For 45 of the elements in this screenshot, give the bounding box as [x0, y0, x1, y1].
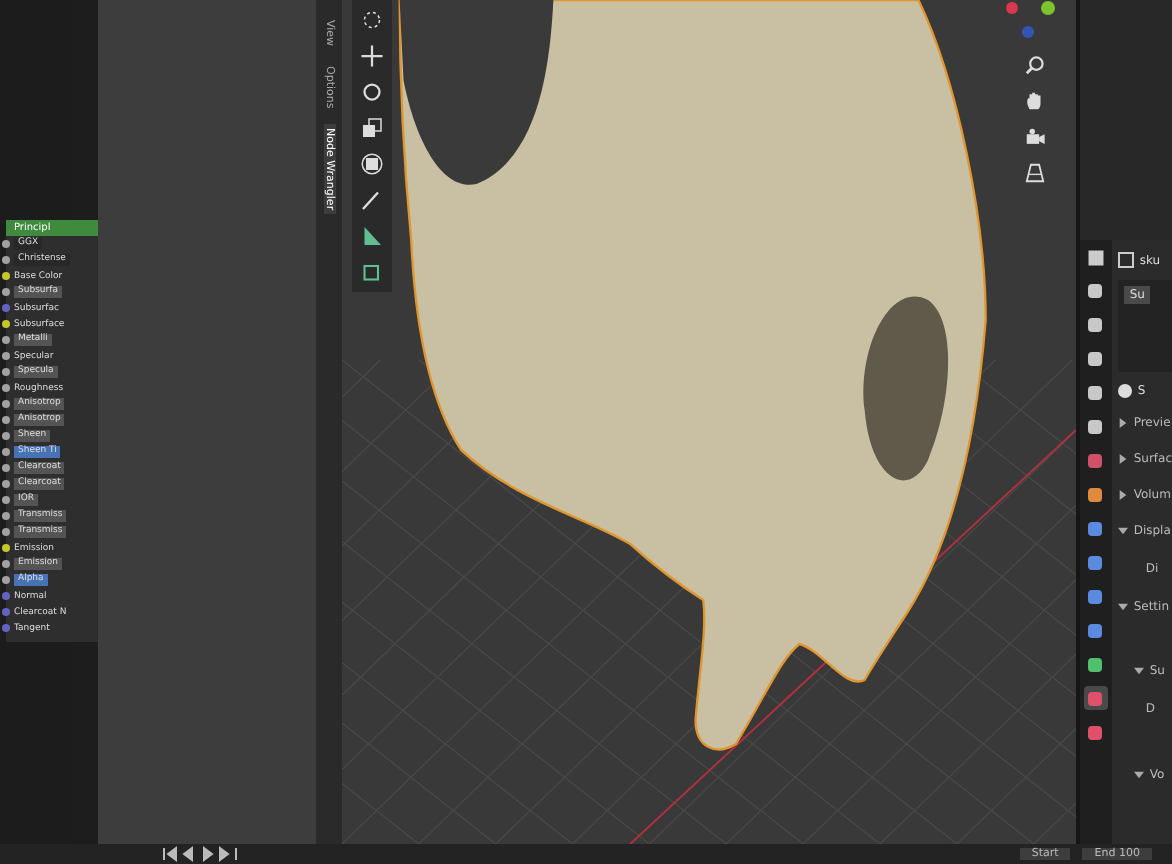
socket-dot[interactable]: [2, 272, 10, 280]
grid-icon[interactable]: [1023, 162, 1045, 184]
properties-tab-icon[interactable]: [1083, 686, 1108, 710]
properties-tab-icon[interactable]: [1083, 652, 1108, 676]
socket-dot[interactable]: [2, 592, 10, 600]
properties-tab-icon[interactable]: [1083, 516, 1108, 540]
socket-dot[interactable]: [2, 528, 10, 536]
material-sphere-icon[interactable]: [1117, 384, 1132, 398]
socket-dot[interactable]: [2, 384, 10, 392]
socket-dot[interactable]: [2, 400, 10, 408]
socket-dot[interactable]: [2, 560, 10, 568]
zoom-icon[interactable]: [1023, 54, 1045, 76]
socket-dot[interactable]: [2, 304, 10, 312]
properties-tab-icon[interactable]: [1083, 618, 1108, 642]
socket-dot[interactable]: [2, 240, 10, 248]
properties-tab-icon[interactable]: [1083, 278, 1108, 302]
socket-dot[interactable]: [2, 368, 10, 376]
socket-dot[interactable]: [2, 480, 10, 488]
socket-dot[interactable]: [2, 448, 10, 456]
socket-dot[interactable]: [2, 576, 10, 584]
socket-dot[interactable]: [2, 320, 10, 328]
socket-dot[interactable]: [2, 336, 10, 344]
camera-icon[interactable]: [1023, 126, 1045, 148]
socket-dot[interactable]: [2, 624, 10, 632]
properties-tab-icon[interactable]: [1083, 380, 1108, 404]
socket-dot[interactable]: [2, 416, 10, 424]
properties-tab-icon[interactable]: [1083, 482, 1108, 506]
properties-tab-icon[interactable]: [1083, 312, 1108, 336]
socket-dot[interactable]: [2, 256, 10, 264]
properties-tab-icon[interactable]: [1083, 584, 1108, 608]
hand-icon[interactable]: [1023, 90, 1045, 112]
object-icon: [1117, 252, 1134, 268]
socket-dot[interactable]: [2, 352, 10, 360]
properties-tab-icon[interactable]: [1083, 550, 1108, 574]
socket-dot[interactable]: [2, 512, 10, 520]
properties-tab-icon[interactable]: [1083, 346, 1108, 370]
socket-dot[interactable]: [2, 608, 10, 616]
socket-dot[interactable]: [2, 544, 10, 552]
socket-dot[interactable]: [2, 288, 10, 296]
socket-dot[interactable]: [2, 432, 10, 440]
properties-tab-icon[interactable]: [1083, 414, 1108, 438]
socket-dot[interactable]: [2, 496, 10, 504]
editor-type-icon[interactable]: [1085, 248, 1106, 268]
properties-tab-icon[interactable]: [1083, 720, 1108, 744]
socket-dot[interactable]: [2, 464, 10, 472]
